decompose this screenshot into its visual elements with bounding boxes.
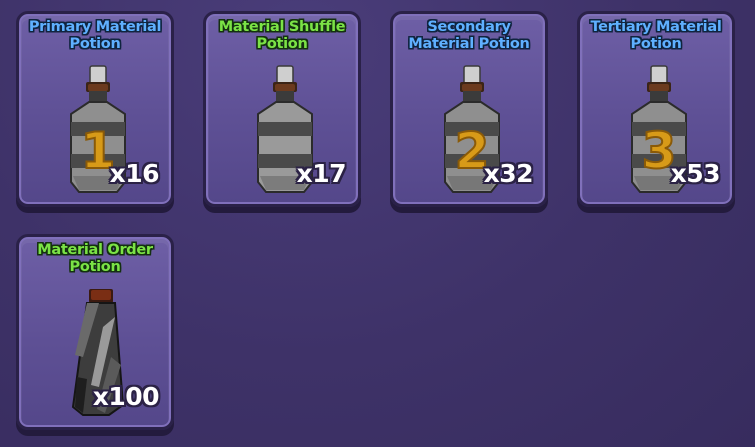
item-quantity: x17 xyxy=(296,159,347,188)
item-card-tertiary-material-potion[interactable]: Tertiary Material Potion 3 x53 xyxy=(577,11,735,207)
item-title: Material Order Potion xyxy=(37,242,153,275)
item-quantity: x16 xyxy=(109,159,160,188)
item-card-primary-material-potion[interactable]: Primary Material Potion 1 x16 xyxy=(16,11,174,207)
item-quantity: x100 xyxy=(92,382,160,411)
item-title: Secondary Material Potion xyxy=(408,19,530,52)
item-card-secondary-material-potion[interactable]: Secondary Material Potion 2 x32 xyxy=(390,11,548,207)
item-quantity: x32 xyxy=(483,159,534,188)
item-title: Material Shuffle Potion xyxy=(218,19,346,52)
item-quantity: x53 xyxy=(670,159,721,188)
item-card-material-order-potion[interactable]: Material Order Potion x100 xyxy=(16,234,174,430)
item-card-material-shuffle-potion[interactable]: Material Shuffle Potion x17 xyxy=(203,11,361,207)
item-title: Tertiary Material Potion xyxy=(590,19,722,52)
item-title: Primary Material Potion xyxy=(28,19,162,52)
